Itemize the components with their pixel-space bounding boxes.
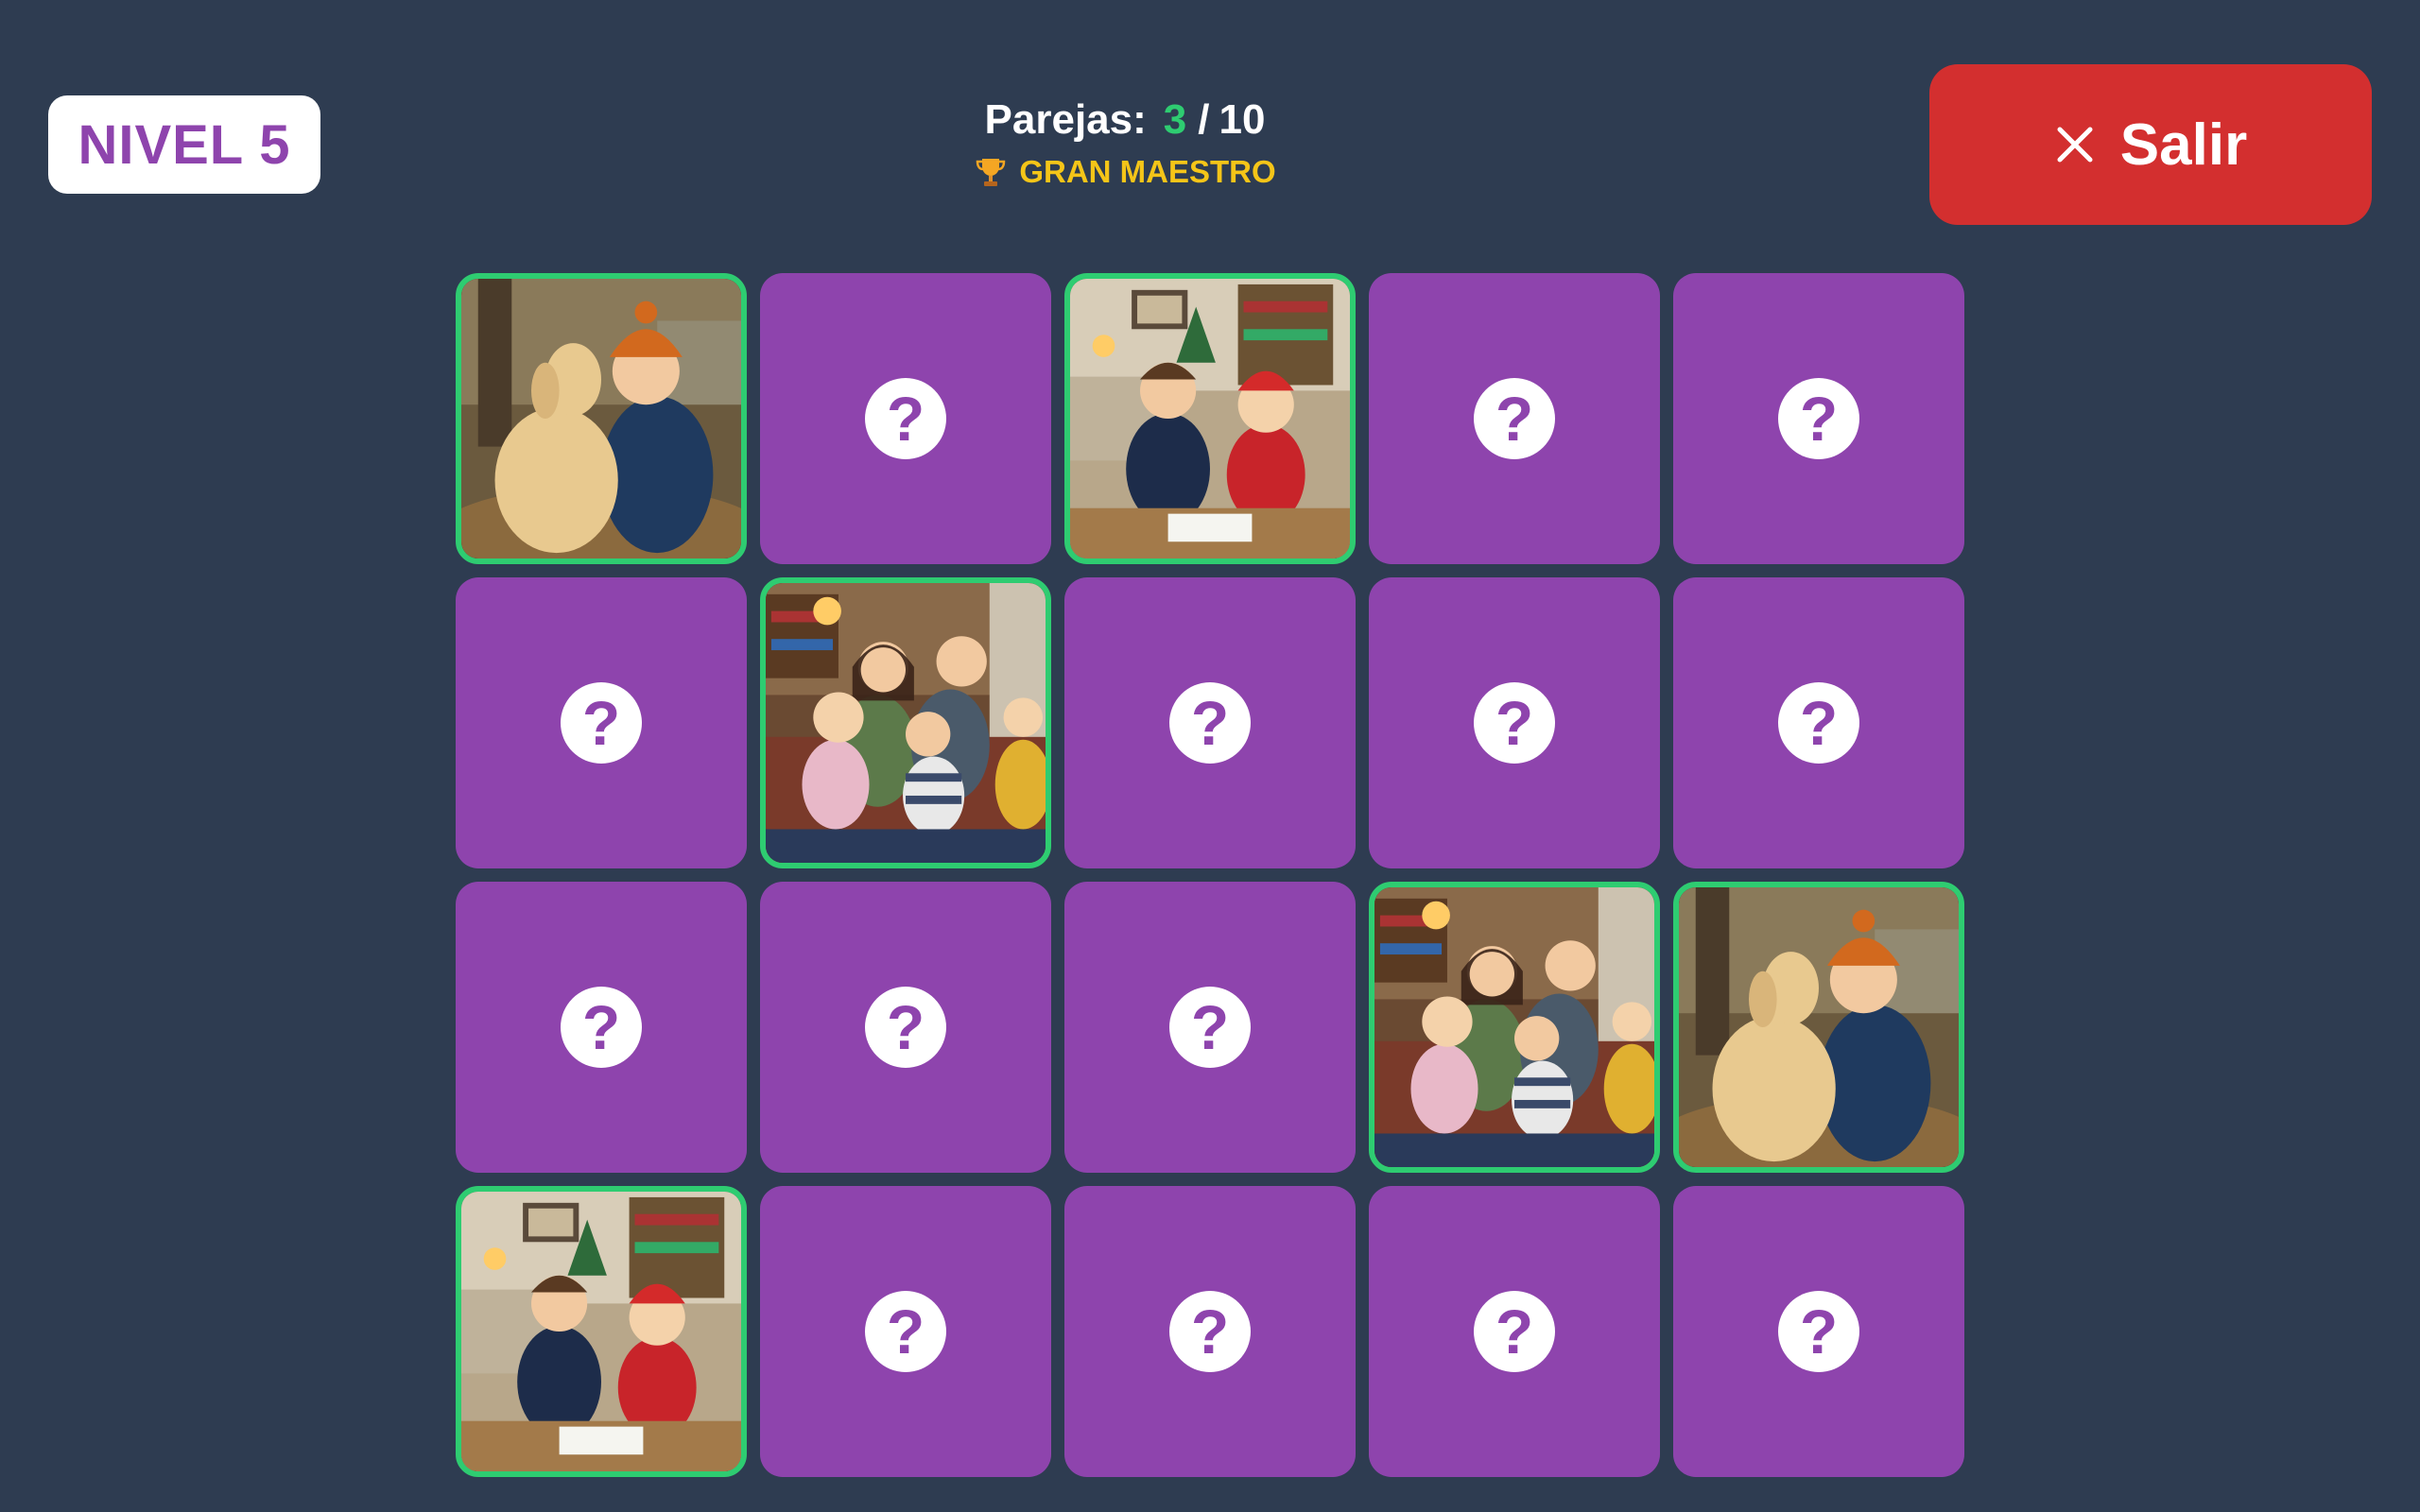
question-mark-icon: ? <box>865 378 946 459</box>
level-label: NIVEL 5 <box>78 113 291 176</box>
question-mark-icon: ? <box>865 1291 946 1372</box>
question-mark-icon: ? <box>1169 1291 1251 1372</box>
card-hidden[interactable]: ? <box>1673 1186 1964 1477</box>
card-hidden[interactable]: ? <box>456 577 747 868</box>
question-mark-icon: ? <box>865 987 946 1068</box>
question-mark-icon: ? <box>1474 378 1555 459</box>
question-mark-icon: ? <box>561 682 642 764</box>
pairs-matched-count: 3 <box>1163 96 1187 143</box>
question-mark-icon: ? <box>1474 1291 1555 1372</box>
card-grid: ? ??? ? ? ? ? ? ? ? ? ? ? <box>456 273 1964 1477</box>
question-mark-icon: ? <box>561 987 642 1068</box>
pairs-label: Parejas: <box>984 96 1147 143</box>
question-mark-icon: ? <box>1778 682 1859 764</box>
level-badge: NIVEL 5 <box>48 95 320 194</box>
card-hidden[interactable]: ? <box>1369 1186 1660 1477</box>
card-hidden[interactable]: ? <box>1064 882 1356 1173</box>
card-hidden[interactable]: ? <box>1369 577 1660 868</box>
pairs-separator: / <box>1198 96 1210 143</box>
pairs-counter: Parejas: 3/10 <box>926 93 1323 147</box>
question-mark-icon: ? <box>1778 378 1859 459</box>
card-hidden[interactable]: ? <box>1369 273 1660 564</box>
close-icon <box>2054 124 2096 165</box>
card-matched-family-on-sofa[interactable] <box>1369 882 1660 1173</box>
exit-button[interactable]: Salir <box>1929 64 2372 225</box>
card-matched-boy-hugging-dog[interactable] <box>456 273 747 564</box>
score-panel: Parejas: 3/10 GRAN MAESTRO <box>926 93 1323 193</box>
card-matched-family-on-sofa[interactable] <box>760 577 1051 868</box>
kids-drawing-christmas-photo <box>1070 279 1350 558</box>
trophy-icon <box>974 155 1008 189</box>
question-mark-icon: ? <box>1778 1291 1859 1372</box>
boy-hugging-dog-photo <box>461 279 741 558</box>
card-hidden[interactable]: ? <box>760 882 1051 1173</box>
card-hidden[interactable]: ? <box>1064 577 1356 868</box>
question-mark-icon: ? <box>1169 987 1251 1068</box>
card-hidden[interactable]: ? <box>1673 273 1964 564</box>
pairs-total: 10 <box>1219 96 1266 143</box>
card-matched-kids-drawing-christmas[interactable] <box>456 1186 747 1477</box>
boy-hugging-dog-photo <box>1679 887 1959 1167</box>
card-hidden[interactable]: ? <box>1673 577 1964 868</box>
question-mark-icon: ? <box>1169 682 1251 764</box>
card-hidden[interactable]: ? <box>760 1186 1051 1477</box>
card-matched-boy-hugging-dog[interactable] <box>1673 882 1964 1173</box>
family-on-sofa-photo <box>1374 887 1654 1167</box>
family-on-sofa-photo <box>766 583 1046 863</box>
card-hidden[interactable]: ? <box>456 882 747 1173</box>
card-hidden[interactable]: ? <box>760 273 1051 564</box>
kids-drawing-christmas-photo <box>461 1192 741 1471</box>
rank-title: GRAN MAESTRO <box>1019 154 1276 189</box>
question-mark-icon: ? <box>1474 682 1555 764</box>
card-matched-kids-drawing-christmas[interactable] <box>1064 273 1356 564</box>
rank-line: GRAN MAESTRO <box>926 151 1323 193</box>
card-hidden[interactable]: ? <box>1064 1186 1356 1477</box>
exit-label: Salir <box>2119 112 2248 178</box>
